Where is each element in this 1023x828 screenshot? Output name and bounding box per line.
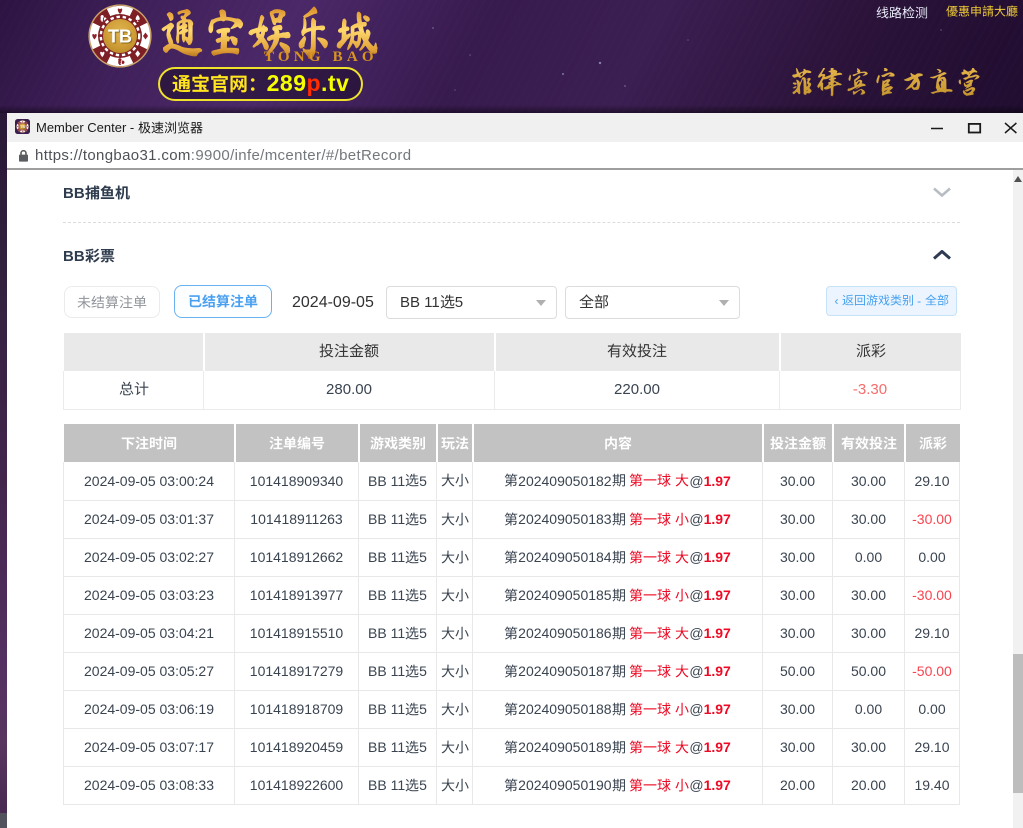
svg-text:TB: TB xyxy=(20,125,25,129)
